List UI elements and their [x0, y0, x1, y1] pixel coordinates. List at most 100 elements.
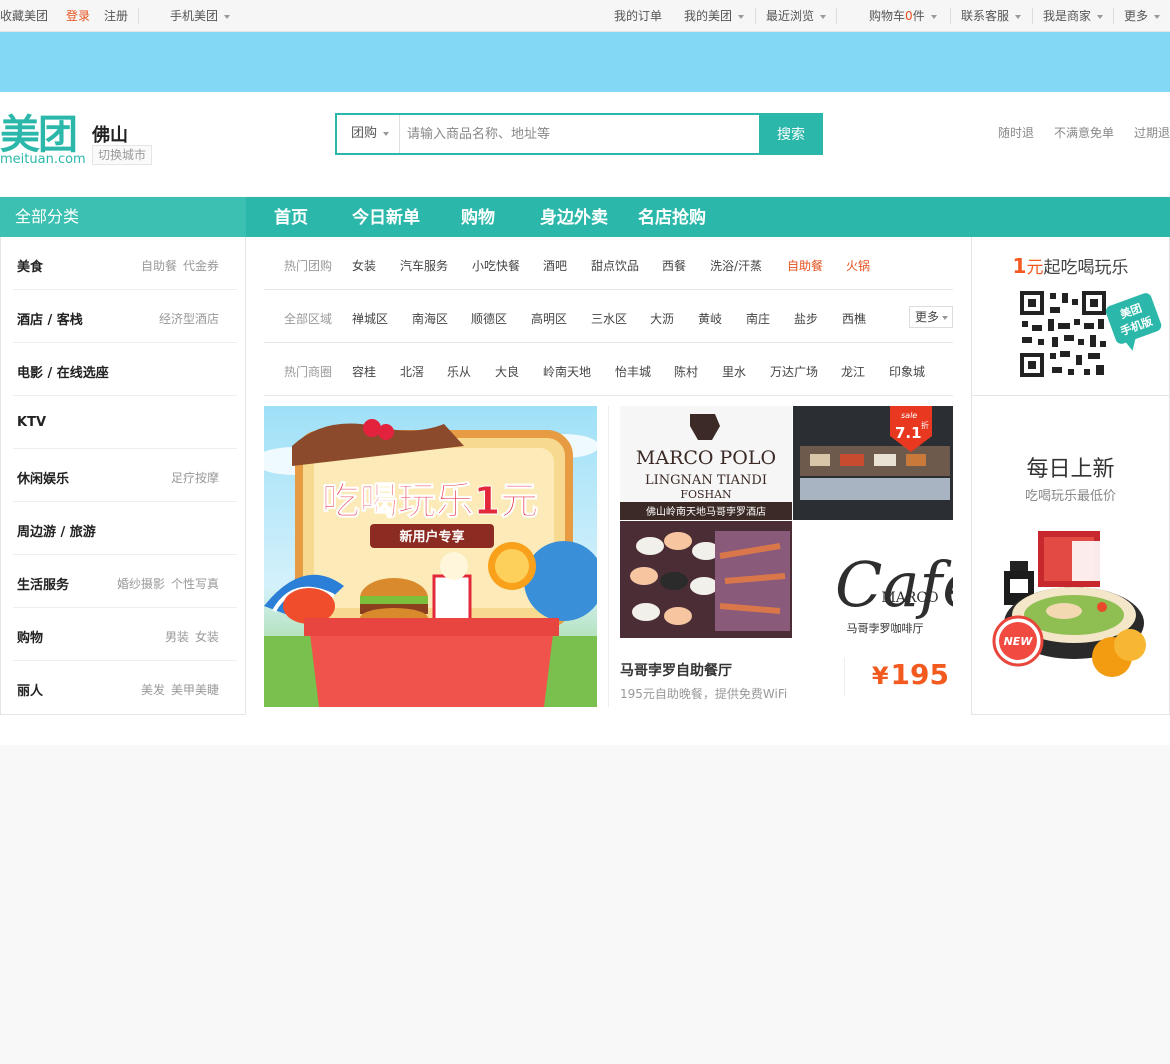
filter-option[interactable]: 汽车服务: [400, 257, 448, 274]
chevron-down-icon: [1154, 14, 1161, 19]
subcategory-link[interactable]: 美发: [141, 683, 165, 697]
filter-option[interactable]: 北滘: [400, 363, 424, 380]
all-categories[interactable]: 全部分类: [0, 197, 246, 237]
daily-new-title[interactable]: 每日上新: [972, 451, 1169, 483]
filter-option[interactable]: 洗浴/汗蒸: [710, 257, 762, 274]
category-sidebar: 美食 自助餐 代金券 酒店 / 客栈 经济型酒店 电影 / 在线选座 KTV 休闲…: [0, 237, 246, 715]
logo[interactable]: 美团: [0, 113, 78, 157]
divider: [836, 8, 837, 24]
filter-option[interactable]: 三水区: [591, 310, 627, 327]
filter-option[interactable]: 酒吧: [543, 257, 567, 274]
filter-option[interactable]: 小吃快餐: [472, 257, 520, 274]
search-type-label: 团购: [351, 126, 378, 141]
subcategory-link[interactable]: 自助餐: [141, 259, 177, 273]
nav-famous-stores[interactable]: 名店抢购: [638, 197, 706, 237]
nav-home[interactable]: 首页: [274, 197, 308, 237]
subcategory-link[interactable]: 女装: [195, 630, 219, 644]
subcategory-link[interactable]: 经济型酒店: [159, 312, 219, 326]
search-type-select[interactable]: 团购: [337, 115, 400, 153]
divider: [608, 406, 609, 707]
filter-option[interactable]: 容桂: [352, 363, 376, 380]
mobile-app-promo[interactable]: 1元起吃喝玩乐 美团 手机版: [972, 237, 1169, 396]
login-link[interactable]: 登录: [66, 9, 90, 23]
divider: [844, 658, 845, 696]
one-yuan-unit: 元: [1026, 258, 1044, 278]
filter-option[interactable]: 禅城区: [352, 310, 388, 327]
category-life-services[interactable]: 生活服务 婚纱摄影 个性写真: [13, 555, 237, 608]
filter-hot-deals: 热门团购 女装 汽车服务 小吃快餐 酒吧 甜点饮品 西餐 洗浴/汗蒸 自助餐 火…: [264, 237, 953, 290]
nav-takeout[interactable]: 身边外卖: [540, 197, 608, 237]
my-orders-link[interactable]: 我的订单: [614, 9, 662, 23]
search-button[interactable]: 搜索: [759, 113, 823, 155]
recent-menu[interactable]: 最近浏览: [766, 9, 827, 23]
nav-shopping[interactable]: 购物: [461, 197, 495, 237]
filter-option[interactable]: 大沥: [650, 310, 674, 327]
filter-option[interactable]: 龙江: [841, 363, 865, 380]
filter-option[interactable]: 西餐: [662, 257, 686, 274]
promise-refund-anytime[interactable]: 随时退: [998, 124, 1034, 141]
top-banner[interactable]: [0, 32, 1170, 92]
mobile-menu[interactable]: 手机美团: [170, 9, 231, 23]
filter-option[interactable]: 陈村: [674, 363, 698, 380]
category-food[interactable]: 美食 自助餐 代金券: [13, 237, 237, 290]
subcategory-link[interactable]: 男装: [165, 630, 189, 644]
subcategory-link[interactable]: 美甲美睫: [171, 683, 219, 697]
category-ktv[interactable]: KTV: [13, 396, 237, 449]
subcategory-link[interactable]: 婚纱摄影: [117, 577, 165, 591]
category-beauty[interactable]: 丽人 美发 美甲美睫: [13, 661, 237, 714]
switch-city-button[interactable]: 切换城市: [92, 145, 152, 165]
category-shopping[interactable]: 购物 男装 女装: [13, 608, 237, 661]
filter-option[interactable]: 怡丰城: [615, 363, 651, 380]
category-name: 丽人: [17, 684, 44, 699]
filter-option[interactable]: 乐从: [447, 363, 471, 380]
qr-code-icon: 美团 手机版: [1018, 289, 1162, 379]
search-input[interactable]: [401, 115, 759, 153]
deal-title[interactable]: 马哥孛罗自助餐厅: [620, 660, 732, 680]
filter-option-highlight[interactable]: 自助餐: [787, 257, 823, 274]
filter-option[interactable]: 岭南天地: [543, 363, 591, 380]
filter-option[interactable]: 高明区: [531, 310, 567, 327]
filter-option[interactable]: 顺德区: [471, 310, 507, 327]
category-name: 休闲娱乐: [17, 472, 70, 487]
register-link[interactable]: 注册: [104, 9, 128, 23]
one-yuan-number: 1: [1012, 254, 1027, 278]
favorite-link[interactable]: 收藏美团: [0, 9, 48, 23]
my-meituan-menu[interactable]: 我的美团: [684, 9, 745, 23]
search-box: 团购 搜索: [335, 113, 823, 155]
chevron-down-icon: [1097, 14, 1104, 19]
hotel-name-line2: LINGNAN TIANDI: [645, 473, 767, 488]
subcategory-link[interactable]: 代金券: [183, 259, 219, 273]
customer-service-menu[interactable]: 联系客服: [961, 9, 1022, 23]
chevron-down-icon: [383, 131, 390, 136]
filter-option[interactable]: 大良: [495, 363, 519, 380]
nav-new-today[interactable]: 今日新单: [352, 197, 420, 237]
filter-option[interactable]: 西樵: [842, 310, 866, 327]
category-hotel[interactable]: 酒店 / 客栈 经济型酒店: [13, 290, 237, 343]
category-movie[interactable]: 电影 / 在线选座: [13, 343, 237, 396]
filter-option[interactable]: 印象城: [889, 363, 925, 380]
category-leisure[interactable]: 休闲娱乐 足疗按摩: [13, 449, 237, 502]
filter-option[interactable]: 女装: [352, 257, 376, 274]
filter-option[interactable]: 甜点饮品: [591, 257, 639, 274]
subcategory-link[interactable]: 个性写真: [171, 577, 219, 591]
discount-unit: 折: [921, 420, 929, 430]
filter-option[interactable]: 南海区: [412, 310, 448, 327]
more-menu[interactable]: 更多: [1124, 9, 1161, 23]
filter-option[interactable]: 里水: [722, 363, 746, 380]
subcategory-link[interactable]: 足疗按摩: [171, 471, 219, 485]
merchant-menu[interactable]: 我是商家: [1043, 9, 1104, 23]
filter-option[interactable]: 盐步: [794, 310, 818, 327]
promise-expired-refund[interactable]: 过期退: [1134, 124, 1170, 141]
cart-menu[interactable]: 购物车0件: [869, 9, 937, 23]
filter-option[interactable]: 黄岐: [698, 310, 722, 327]
filter-option[interactable]: 南庄: [746, 310, 770, 327]
promise-free-if-unsatisfied[interactable]: 不满意免单: [1054, 124, 1114, 141]
category-travel[interactable]: 周边游 / 旅游: [13, 502, 237, 555]
cart-count: 0: [905, 9, 913, 23]
daily-new-illustration[interactable]: NEW: [992, 527, 1152, 687]
filter-option[interactable]: 万达广场: [770, 363, 818, 380]
filter-option-highlight[interactable]: 火锅: [846, 257, 870, 274]
areas-more-button[interactable]: 更多: [909, 306, 953, 328]
promo-banner-one-yuan[interactable]: 吃喝玩乐1元 新用户专享: [264, 406, 597, 707]
deal-card-marco-polo[interactable]: MARCO POLO LINGNAN TIANDI FOSHAN 佛山岭南天地马…: [620, 406, 953, 706]
